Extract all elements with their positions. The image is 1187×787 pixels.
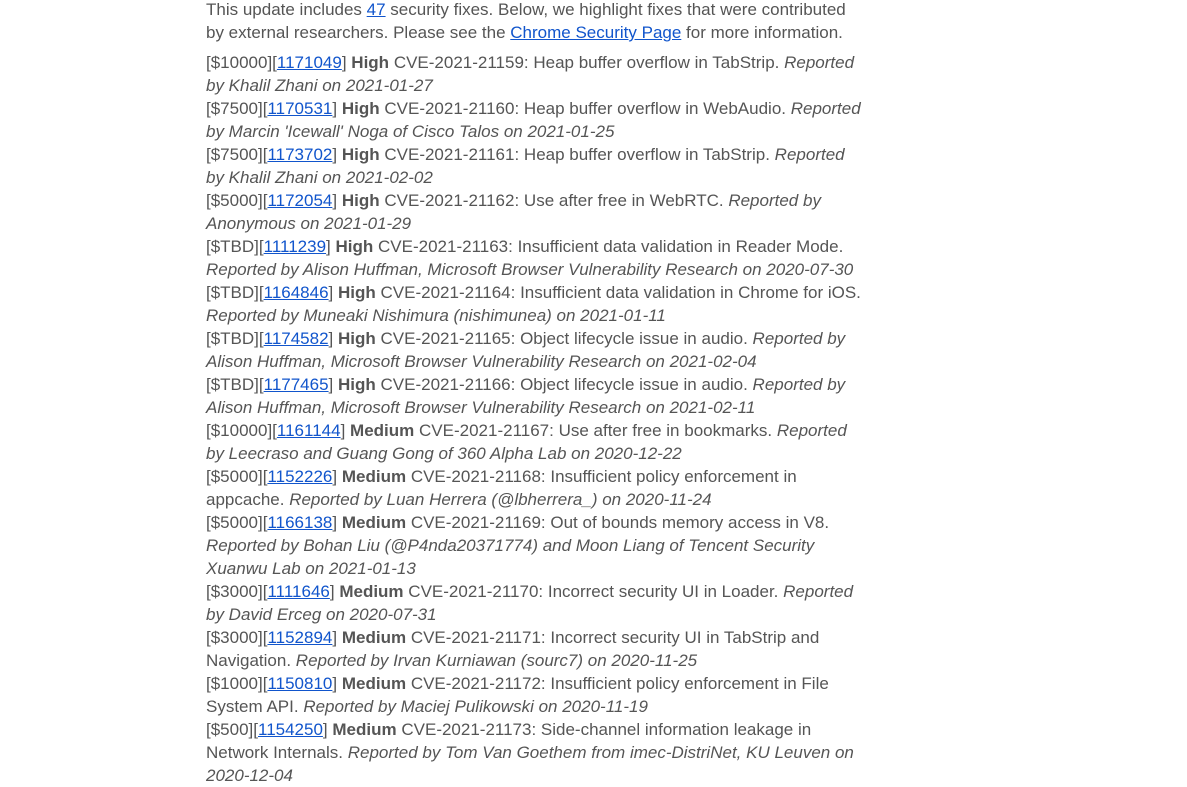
bracket-close: ] — [332, 513, 338, 532]
bounty-amount: [$7500][ — [206, 145, 268, 164]
reporter-credit: Reported by Irvan Kurniawan (sourc7) on … — [295, 651, 698, 670]
cve-description: CVE-2021-21164: Insufficient data valida… — [380, 283, 861, 302]
cve-description: CVE-2021-21161: Heap buffer overflow in … — [384, 145, 770, 164]
bounty-amount: [$1000][ — [206, 674, 268, 693]
reporter-credit: Reported by Bohan Liu (@P4nda20371774) a… — [206, 536, 815, 578]
severity-label: Medium — [341, 513, 407, 532]
cve-description: CVE-2021-21167: Use after free in bookma… — [419, 421, 773, 440]
cve-description: CVE-2021-21165: Object lifecycle issue i… — [380, 329, 748, 348]
security-fix-list: [$10000][1171049] High CVE-2021-21159: H… — [206, 51, 866, 787]
bounty-amount: [$500][ — [206, 720, 258, 739]
bracket-close: ] — [340, 421, 346, 440]
severity-label: High — [338, 375, 376, 394]
cve-description: CVE-2021-21166: Object lifecycle issue i… — [380, 375, 748, 394]
intro-prefix: This update includes — [206, 0, 367, 19]
bracket-close: ] — [328, 329, 334, 348]
security-fix-entry: [$5000][1166138] Medium CVE-2021-21169: … — [206, 511, 866, 580]
bounty-amount: [$3000][ — [206, 582, 268, 601]
security-fix-entry: [$5000][1152226] Medium CVE-2021-21168: … — [206, 465, 866, 511]
bracket-close: ] — [322, 720, 328, 739]
bounty-amount: [$TBD][ — [206, 237, 264, 256]
security-fix-entry: [$5000][1172054] High CVE-2021-21162: Us… — [206, 189, 866, 235]
severity-label: Medium — [339, 582, 404, 601]
bounty-amount: [$TBD][ — [206, 283, 264, 302]
bracket-close: ] — [332, 467, 338, 486]
bug-link[interactable]: 1111646 — [267, 582, 329, 601]
reporter-credit: Reported by Maciej Pulikowski on 2020-11… — [303, 697, 648, 716]
cve-description: CVE-2021-21170: Incorrect security UI in… — [408, 582, 779, 601]
security-fix-entry: [$1000][1150810] Medium CVE-2021-21172: … — [206, 672, 866, 718]
bounty-amount: [$7500][ — [206, 99, 268, 118]
bounty-amount: [$TBD][ — [206, 375, 264, 394]
intro-paragraph: This update includes 47 security fixes. … — [206, 0, 866, 44]
reporter-credit: Reported by Luan Herrera (@lbherrera_) o… — [289, 490, 712, 509]
bracket-close: ] — [332, 191, 338, 210]
cve-description: CVE-2021-21169: Out of bounds memory acc… — [410, 513, 830, 532]
bounty-amount: [$3000][ — [206, 628, 268, 647]
bounty-amount: [$TBD][ — [206, 329, 264, 348]
bug-link[interactable]: 1150810 — [267, 674, 332, 693]
bracket-close: ] — [326, 237, 331, 256]
security-fix-entry: [$10000][1171049] High CVE-2021-21159: H… — [206, 51, 866, 97]
cve-description: CVE-2021-21159: Heap buffer overflow in … — [393, 53, 780, 72]
bug-link[interactable]: 1154250 — [258, 720, 323, 739]
bounty-amount: [$5000][ — [206, 513, 268, 532]
bug-link[interactable]: 1173702 — [267, 145, 332, 164]
security-fix-entry: [$TBD][1177465] High CVE-2021-21166: Obj… — [206, 373, 866, 419]
bug-link[interactable]: 1152226 — [267, 467, 332, 486]
bounty-amount: [$5000][ — [206, 191, 268, 210]
bounty-amount: [$10000][ — [206, 421, 277, 440]
cve-description: CVE-2021-21163: Insufficient data valida… — [378, 237, 844, 256]
security-fix-entry: [$TBD][1164846] High CVE-2021-21164: Ins… — [206, 281, 866, 327]
security-fix-entry: [$3000][1111646] Medium CVE-2021-21170: … — [206, 580, 866, 626]
bug-link[interactable]: 1174582 — [264, 329, 329, 348]
severity-label: Medium — [341, 674, 407, 693]
bounty-amount: [$5000][ — [206, 467, 268, 486]
bracket-close: ] — [341, 53, 347, 72]
security-fix-entry: [$500][1154250] Medium CVE-2021-21173: S… — [206, 718, 866, 787]
bounty-amount: [$10000][ — [206, 53, 277, 72]
bug-link[interactable]: 1171049 — [277, 53, 342, 72]
bracket-close: ] — [332, 145, 338, 164]
reporter-credit: Reported by Muneaki Nishimura (nishimune… — [206, 306, 666, 325]
bug-link[interactable]: 1111239 — [264, 237, 326, 256]
severity-label: High — [341, 191, 380, 210]
security-fix-entry: [$3000][1152894] Medium CVE-2021-21171: … — [206, 626, 866, 672]
release-notes-content: This update includes 47 security fixes. … — [206, 0, 866, 787]
chrome-security-page-link[interactable]: Chrome Security Page — [510, 23, 681, 42]
bracket-close: ] — [332, 99, 338, 118]
severity-label: High — [341, 99, 380, 118]
bracket-close: ] — [328, 375, 334, 394]
severity-label: High — [338, 283, 376, 302]
intro-suffix: for more information. — [681, 23, 843, 42]
severity-label: High — [335, 237, 374, 256]
security-fix-entry: [$7500][1170531] High CVE-2021-21160: He… — [206, 97, 866, 143]
reporter-credit: Reported by Alison Huffman, Microsoft Br… — [206, 260, 854, 279]
security-fix-entry: [$10000][1161144] Medium CVE-2021-21167:… — [206, 419, 866, 465]
bracket-close: ] — [328, 283, 334, 302]
severity-label: High — [351, 53, 390, 72]
bug-link[interactable]: 1177465 — [264, 375, 329, 394]
fix-count-link[interactable]: 47 — [367, 0, 386, 19]
bug-link[interactable]: 1170531 — [267, 99, 332, 118]
severity-label: Medium — [332, 720, 397, 739]
security-fix-entry: [$7500][1173702] High CVE-2021-21161: He… — [206, 143, 866, 189]
severity-label: Medium — [341, 628, 407, 647]
severity-label: High — [338, 329, 376, 348]
bug-link[interactable]: 1152894 — [267, 628, 332, 647]
bug-link[interactable]: 1161144 — [277, 421, 341, 440]
bug-link[interactable]: 1166138 — [267, 513, 332, 532]
security-fix-entry: [$TBD][1111239] High CVE-2021-21163: Ins… — [206, 235, 866, 281]
bug-link[interactable]: 1164846 — [264, 283, 329, 302]
severity-label: Medium — [350, 421, 415, 440]
bug-link[interactable]: 1172054 — [267, 191, 332, 210]
security-fix-entry: [$TBD][1174582] High CVE-2021-21165: Obj… — [206, 327, 866, 373]
bracket-close: ] — [329, 582, 335, 601]
bracket-close: ] — [332, 628, 338, 647]
severity-label: High — [341, 145, 380, 164]
cve-description: CVE-2021-21160: Heap buffer overflow in … — [384, 99, 786, 118]
severity-label: Medium — [341, 467, 407, 486]
bracket-close: ] — [332, 674, 338, 693]
cve-description: CVE-2021-21162: Use after free in WebRTC… — [384, 191, 724, 210]
